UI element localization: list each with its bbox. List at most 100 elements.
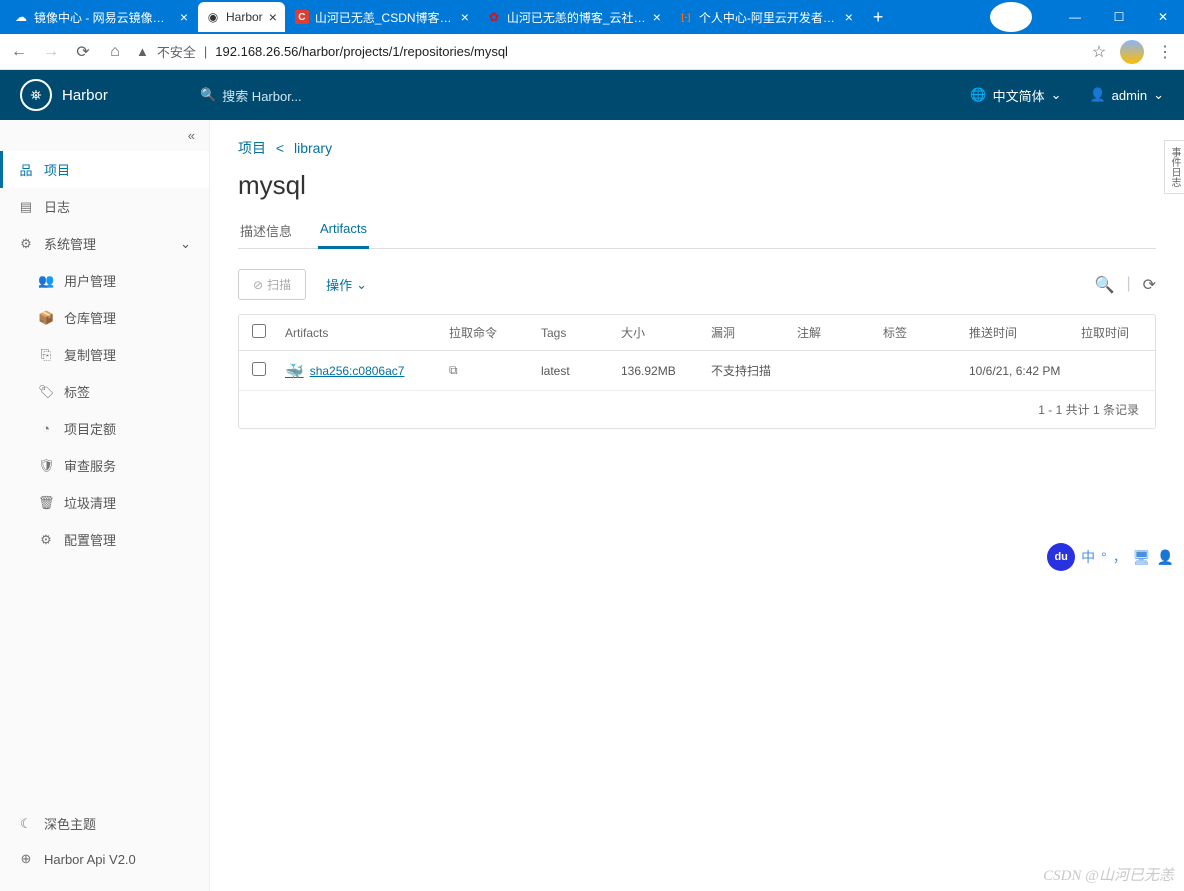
breadcrumb-root[interactable]: 项目 xyxy=(238,140,266,156)
sidebar-label: 复制管理 xyxy=(64,345,116,364)
language-label: 中文简体 xyxy=(993,86,1045,105)
language-selector[interactable]: 🌐 中文简体 ⌄ xyxy=(970,86,1061,105)
col-header[interactable]: 标签 xyxy=(883,324,969,341)
users-icon: 👥 xyxy=(38,273,54,289)
browser-tab-active[interactable]: ◉ Harbor × xyxy=(198,2,285,32)
reload-button[interactable]: ⟳ xyxy=(72,42,94,62)
copy-pull-icon[interactable]: ⧉ xyxy=(449,363,458,377)
close-icon[interactable]: × xyxy=(653,9,661,25)
col-header[interactable]: 拉取命令 xyxy=(449,324,541,341)
chevron-down-icon: ⌄ xyxy=(180,236,191,252)
sidebar-item-replication[interactable]: ⎘复制管理 xyxy=(0,336,209,373)
col-header[interactable]: 推送时间 xyxy=(969,324,1081,341)
logs-icon: ▤ xyxy=(18,199,34,215)
table-header: Artifacts 拉取命令 Tags 大小 漏洞 注解 标签 推送时间 拉取时… xyxy=(239,315,1155,351)
desktop-icon[interactable]: 🖥 xyxy=(1133,549,1151,566)
global-search[interactable]: 🔍 搜索 Harbor... xyxy=(200,86,302,105)
config-icon: ⚙ xyxy=(38,532,54,548)
sidebar-item-api[interactable]: ⊕Harbor Api V2.0 xyxy=(0,842,209,876)
sidebar: « 品 项目 ▤ 日志 ⚙ 系统管理 ⌄ 👥用户管理 📦仓库管理 ⎘复制管理 🏷… xyxy=(0,120,210,891)
quota-icon: ◔ xyxy=(38,421,54,436)
sidebar-label: 项目 xyxy=(44,160,70,179)
collapse-sidebar-button[interactable]: « xyxy=(0,120,209,151)
breadcrumb-sep: < xyxy=(276,140,284,156)
sidebar-item-projects[interactable]: 品 项目 xyxy=(0,151,209,188)
browser-tab[interactable]: ✿ 山河已无恙的博客_云社区-华 × xyxy=(479,2,669,32)
chevron-down-icon: ⌄ xyxy=(356,277,367,293)
col-header[interactable]: 漏洞 xyxy=(711,324,797,341)
breadcrumb-parent[interactable]: library xyxy=(294,140,332,156)
artifact-link[interactable]: 🐳 sha256:c0806ac7 xyxy=(285,362,449,380)
search-placeholder: 搜索 Harbor... xyxy=(222,86,301,105)
new-tab-button[interactable]: + xyxy=(863,7,894,28)
close-icon[interactable]: × xyxy=(845,9,853,25)
refresh-icon[interactable]: ⟳ xyxy=(1143,275,1156,295)
close-icon[interactable]: × xyxy=(269,9,277,25)
forward-button[interactable]: → xyxy=(40,43,62,61)
browser-tab[interactable]: [-] 个人中心-阿里云开发者社区 × xyxy=(671,2,861,32)
col-header[interactable]: Tags xyxy=(541,326,621,340)
sidebar-label: 标签 xyxy=(64,382,90,401)
sidebar-item-theme[interactable]: ☾深色主题 xyxy=(0,805,209,842)
trash-icon: 🗑 xyxy=(38,495,54,511)
col-header[interactable]: 拉取时间 xyxy=(1081,324,1155,341)
browser-tab[interactable]: ☁ 镜像中心 - 网易云镜像中心 × xyxy=(6,2,196,32)
csdn-icon: C xyxy=(295,10,309,24)
col-header[interactable]: Artifacts xyxy=(279,326,449,340)
user-icon: 👤 xyxy=(1089,87,1105,103)
toolbar: ⊘ 扫描 操作 ⌄ 🔍 | ⟳ xyxy=(238,269,1156,300)
sync-icon[interactable]: ↓ xyxy=(990,2,1032,32)
sidebar-item-interrogation[interactable]: 🛡审查服务 xyxy=(0,447,209,484)
minimize-button[interactable]: — xyxy=(1054,2,1096,32)
dot-icon[interactable]: ° xyxy=(1101,549,1107,565)
comma-icon[interactable]: ， xyxy=(1113,547,1127,567)
home-button[interactable]: ⌂ xyxy=(104,43,126,61)
tab-artifacts[interactable]: Artifacts xyxy=(318,215,369,249)
sidebar-item-labels[interactable]: 🏷 标签 xyxy=(0,373,209,410)
sidebar-item-registries[interactable]: 📦仓库管理 xyxy=(0,299,209,336)
baidu-icon[interactable]: du xyxy=(1047,543,1075,571)
lang-icon[interactable]: 中 xyxy=(1081,547,1095,567)
watermark: CSDN @山河已无恙 xyxy=(1043,864,1174,885)
sidebar-item-quota[interactable]: ◔项目定额 xyxy=(0,410,209,447)
huawei-icon: ✿ xyxy=(487,10,501,24)
col-header[interactable]: 注解 xyxy=(797,324,883,341)
profile-avatar[interactable] xyxy=(1120,40,1144,64)
bookmark-icon[interactable]: ☆ xyxy=(1088,42,1110,62)
tab-title: 山河已无恙_CSDN博客-Java xyxy=(315,9,455,26)
docker-icon: 🐳 xyxy=(285,362,304,380)
sidebar-item-config[interactable]: ⚙ 配置管理 xyxy=(0,521,209,558)
tag-icon: 🏷 xyxy=(38,384,54,400)
sidebar-item-users[interactable]: 👥用户管理 xyxy=(0,262,209,299)
app-name: Harbor xyxy=(62,87,108,104)
artifact-digest: sha256:c0806ac7 xyxy=(310,364,405,378)
sidebar-label: 日志 xyxy=(44,197,70,216)
sidebar-item-gc[interactable]: 🗑垃圾清理 xyxy=(0,484,209,521)
menu-icon[interactable]: ⋮ xyxy=(1154,42,1176,62)
col-header[interactable]: 大小 xyxy=(621,324,711,341)
browser-tab[interactable]: C 山河已无恙_CSDN博客-Java × xyxy=(287,2,477,32)
url-field[interactable]: ▲ 不安全 | 192.168.26.56/harbor/projects/1/… xyxy=(136,42,1078,61)
content-tabs: 描述信息 Artifacts xyxy=(238,215,1156,249)
insecure-icon: ▲ xyxy=(136,44,149,59)
user-menu[interactable]: 👤 admin ⌄ xyxy=(1089,87,1164,103)
back-button[interactable]: ← xyxy=(8,43,30,61)
actions-dropdown[interactable]: 操作 ⌄ xyxy=(326,275,367,294)
person-icon[interactable]: 👤 xyxy=(1157,549,1174,566)
close-icon[interactable]: × xyxy=(461,9,469,25)
sidebar-item-admin[interactable]: ⚙ 系统管理 ⌄ xyxy=(0,225,209,262)
close-window-button[interactable]: ✕ xyxy=(1142,2,1184,32)
tag-value: latest xyxy=(541,364,621,378)
sidebar-item-logs[interactable]: ▤ 日志 xyxy=(0,188,209,225)
event-log-handle[interactable]: 事件日志 xyxy=(1164,140,1184,194)
vuln-value: 不支持扫描 xyxy=(711,362,797,379)
maximize-button[interactable]: ☐ xyxy=(1098,2,1140,32)
aliyun-icon: [-] xyxy=(679,10,693,24)
close-icon[interactable]: × xyxy=(180,9,188,25)
scan-button[interactable]: ⊘ 扫描 xyxy=(238,269,306,300)
search-icon[interactable]: 🔍 xyxy=(1095,275,1115,295)
sidebar-label: 配置管理 xyxy=(64,530,116,549)
tab-description[interactable]: 描述信息 xyxy=(238,215,294,249)
select-all-checkbox[interactable] xyxy=(252,324,266,338)
row-checkbox[interactable] xyxy=(252,362,266,376)
